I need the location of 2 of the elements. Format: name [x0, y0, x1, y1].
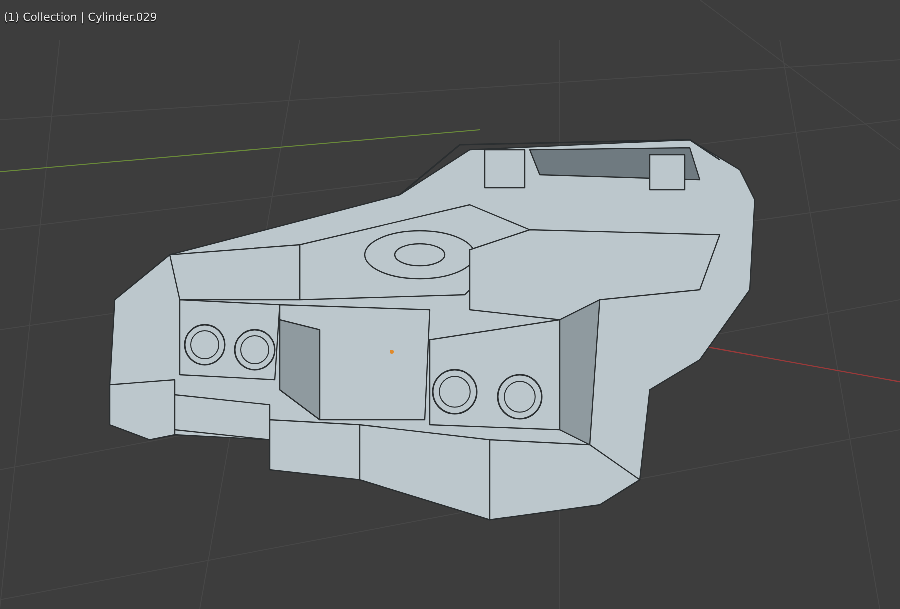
3d-viewport[interactable]: (1) Collection | Cylinder.029	[0, 0, 900, 609]
object-info-text: (1) Collection | Cylinder.029	[4, 11, 158, 24]
